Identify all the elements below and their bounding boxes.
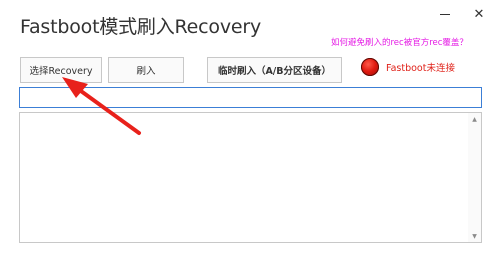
log-textarea[interactable]: ▲ ▼: [19, 112, 482, 243]
scroll-down-icon[interactable]: ▼: [468, 230, 481, 242]
flash-button[interactable]: 刷入: [108, 57, 184, 83]
log-scrollbar[interactable]: ▲ ▼: [468, 113, 481, 242]
recovery-path-input[interactable]: [19, 87, 482, 108]
status-text: Fastboot未连接: [386, 63, 455, 74]
app-window: Fastboot模式刷入Recovery ✕ 如何避免刷入的rec被官方rec覆…: [0, 0, 500, 260]
log-text: [20, 113, 467, 242]
close-icon: ✕: [473, 6, 485, 22]
help-link-avoid-overwrite[interactable]: 如何避免刷入的rec被官方rec覆盖？: [331, 36, 468, 48]
fastboot-status: Fastboot未连接: [361, 58, 455, 76]
temp-flash-ab-button[interactable]: 临时刷入（A/B分区设备）: [207, 57, 342, 83]
scroll-up-icon[interactable]: ▲: [468, 113, 481, 125]
window-title: Fastboot模式刷入Recovery: [20, 16, 262, 38]
minimize-button[interactable]: [430, 4, 460, 24]
red-led-icon: [361, 58, 379, 76]
minimize-icon: [440, 13, 450, 15]
select-recovery-button[interactable]: 选择Recovery: [20, 57, 102, 83]
close-button[interactable]: ✕: [464, 4, 494, 24]
